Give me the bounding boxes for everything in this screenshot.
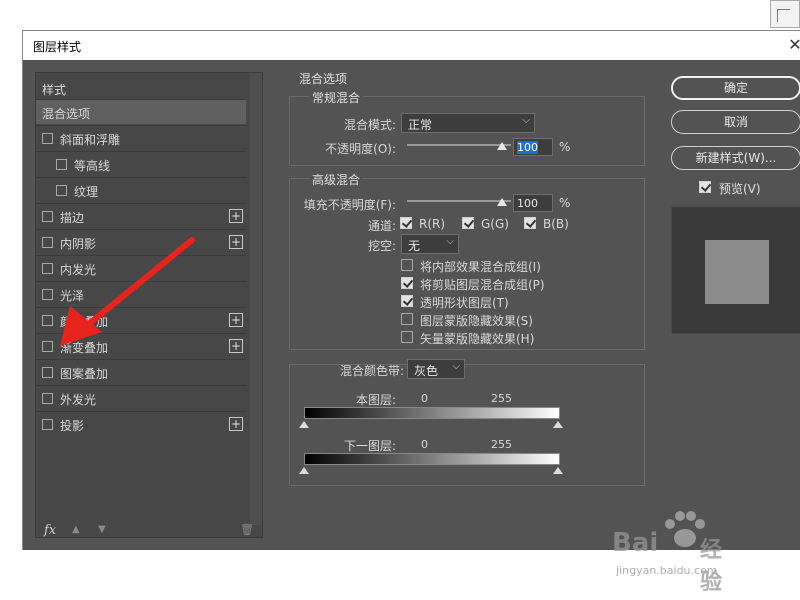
watermark-brand: Bai [612, 528, 659, 558]
screen: 图层样式 ✕ 样式 混合选项斜面和浮雕等高线纹理描边+内阴影+内发光光泽颜色叠加… [0, 0, 800, 600]
watermark-url: jingyan.baidu.com [616, 564, 718, 577]
